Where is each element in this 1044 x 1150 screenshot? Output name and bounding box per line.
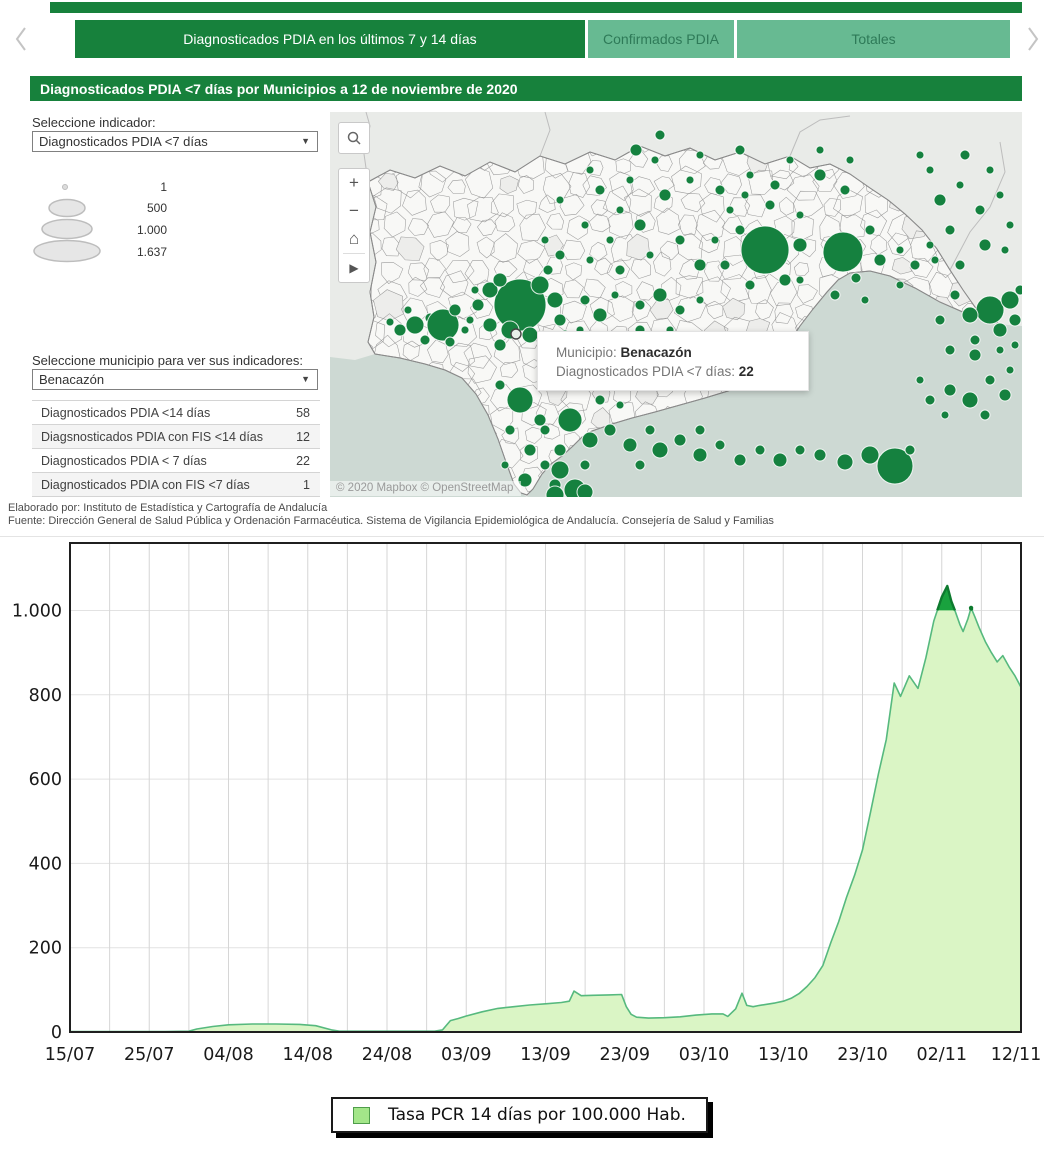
svg-text:03/10: 03/10	[679, 1045, 729, 1065]
elaborado-line: Elaborado por: Instituto de Estadística …	[8, 502, 327, 514]
svg-text:15/07: 15/07	[45, 1045, 95, 1065]
svg-text:24/08: 24/08	[362, 1045, 412, 1065]
svg-text:13/09: 13/09	[520, 1045, 570, 1065]
size-legend-value: 1.000	[107, 223, 167, 237]
indicator-select[interactable]: Diagnosticados PDIA <7 días ▼	[32, 131, 318, 152]
tooltip-municipio-line: Municipio: Benacazón	[556, 343, 808, 362]
tab-label: Confirmados PDIA	[603, 31, 719, 47]
svg-text:13/10: 13/10	[758, 1045, 808, 1065]
indicator-value: 22	[272, 454, 320, 468]
top-tab-strip	[50, 2, 1022, 13]
map-tooltip: Municipio: Benacazón Diagnosticados PDIA…	[537, 331, 809, 391]
svg-text:0: 0	[51, 1023, 62, 1043]
chevron-down-icon: ▼	[301, 136, 310, 146]
svg-text:25/07: 25/07	[124, 1045, 174, 1065]
table-row: Diagsnosticados PDIA con FIS <14 días 12	[32, 424, 320, 448]
play-icon: ▶	[349, 261, 358, 275]
svg-text:1.000: 1.000	[12, 601, 62, 621]
chart-legend: Tasa PCR 14 días por 100.000 Hab.	[331, 1097, 708, 1133]
indicator-name: Diagsnosticados PDIA con FIS <14 días	[32, 430, 272, 444]
zoom-out-button[interactable]: −	[339, 197, 369, 225]
tab-totales[interactable]: Totales	[737, 20, 1010, 58]
legend-label: Tasa PCR 14 días por 100.000 Hab.	[388, 1105, 686, 1125]
indicator-table: Diagnosticados PDIA <14 días 58 Diagsnos…	[32, 400, 320, 497]
page-title-text: Diagnosticados PDIA <7 días por Municipi…	[40, 81, 518, 97]
svg-text:200: 200	[29, 939, 62, 959]
map-zoom-controls: + − ⌂ ▶	[338, 168, 370, 283]
tabs-scroll-right-icon[interactable]	[1022, 20, 1044, 58]
indicator-value: 12	[272, 430, 320, 444]
minus-icon: −	[349, 201, 359, 221]
size-legend-value: 1	[107, 180, 167, 194]
svg-text:400: 400	[29, 854, 62, 874]
indicator-name: Diagnosticados PDIA <14 días	[32, 406, 272, 420]
svg-text:23/10: 23/10	[837, 1045, 887, 1065]
divider	[0, 536, 1044, 537]
tab-diagnosticados-pdia[interactable]: Diagnosticados PDIA en los últimos 7 y 1…	[75, 20, 585, 58]
area-chart: 0 200 400 600 800 1.000 15/07 25/07 04/08 14/08 24…	[0, 540, 1044, 1085]
svg-text:03/09: 03/09	[441, 1045, 491, 1065]
table-row: Diagnosticados PDIA < 7 días 22	[32, 448, 320, 472]
map-canvas[interactable]	[330, 112, 1022, 497]
page-title: Diagnosticados PDIA <7 días por Municipi…	[30, 76, 1022, 101]
plus-icon: +	[349, 173, 359, 193]
indicator-name: Diagnosticados PDIA < 7 días	[32, 454, 272, 468]
tab-label: Totales	[851, 31, 895, 47]
table-row: Diagnosticados PDIA con FIS <7 días 1	[32, 472, 320, 497]
indicator-value: 58	[272, 406, 320, 420]
sidebar: Seleccione indicador: Diagnosticados PDI…	[30, 108, 330, 500]
svg-text:04/08: 04/08	[203, 1045, 253, 1065]
tab-confirmados-pdia[interactable]: Confirmados PDIA	[588, 20, 734, 58]
indicator-name: Diagnosticados PDIA con FIS <7 días	[32, 478, 272, 492]
municipio-select-label: Seleccione municipio para ver sus indica…	[32, 353, 303, 368]
map-attribution: © 2020 Mapbox © OpenStreetMap	[330, 481, 521, 496]
map-search-button[interactable]	[338, 122, 370, 154]
chart-canvas: 0 200 400 600 800 1.000 15/07 25/07 04/08 14/08 24…	[0, 540, 1044, 1085]
size-legend-value: 500	[107, 201, 167, 215]
svg-text:23/09: 23/09	[600, 1045, 650, 1065]
map-pan-button[interactable]: ▶	[339, 254, 369, 282]
chevron-down-icon: ▼	[301, 374, 310, 384]
table-row: Diagnosticados PDIA <14 días 58	[32, 400, 320, 424]
svg-text:02/11: 02/11	[917, 1045, 967, 1065]
zoom-in-button[interactable]: +	[339, 169, 369, 197]
dashboard-page: Diagnosticados PDIA en los últimos 7 y 1…	[0, 0, 1044, 1150]
svg-text:14/08: 14/08	[283, 1045, 333, 1065]
legend-swatch	[353, 1107, 370, 1124]
indicator-select-value: Diagnosticados PDIA <7 días	[39, 134, 208, 149]
bubble-size-legend: 1 500 1.000 1.637	[32, 176, 202, 276]
tab-label: Diagnosticados PDIA en los últimos 7 y 1…	[183, 31, 476, 47]
svg-text:12/11: 12/11	[991, 1045, 1041, 1065]
tab-bar: Diagnosticados PDIA en los últimos 7 y 1…	[0, 20, 1044, 58]
map-home-button[interactable]: ⌂	[339, 225, 369, 253]
tabs-scroll-left-icon[interactable]	[10, 20, 32, 58]
fuente-line: Fuente: Dirección General de Salud Públi…	[8, 515, 774, 527]
indicator-value: 1	[272, 478, 320, 492]
search-icon	[346, 130, 362, 146]
tooltip-indicator-line: Diagnosticados PDIA <7 días: 22	[556, 362, 808, 381]
choropleth-bubble-map[interactable]: + − ⌂ ▶ Municipio: Benacazón Diagnostica…	[330, 112, 1022, 497]
indicator-select-label: Seleccione indicador:	[32, 115, 156, 130]
svg-text:600: 600	[29, 770, 62, 790]
municipio-select[interactable]: Benacazón ▼	[32, 369, 318, 390]
home-icon: ⌂	[349, 229, 359, 249]
svg-text:800: 800	[29, 686, 62, 706]
municipio-select-value: Benacazón	[39, 372, 104, 387]
size-legend-value: 1.637	[107, 245, 167, 259]
